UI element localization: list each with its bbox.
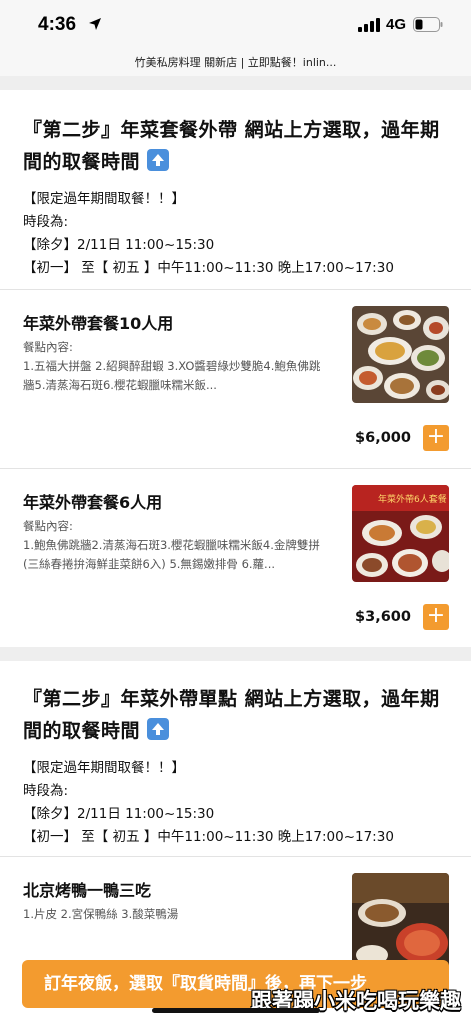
product-description: 1.片皮 2.宮保鴨絲 3.酸菜鴨湯 bbox=[23, 907, 179, 921]
product-image[interactable] bbox=[352, 873, 449, 970]
section-title: 『第二步』年菜外帶單點 網站上方選取，過年期間的取餐時間 bbox=[23, 688, 440, 742]
product-image[interactable] bbox=[352, 306, 449, 403]
pickup-time-line-1: 【除夕】2/11日 11:00~15:30 bbox=[23, 237, 215, 253]
product-desc-label: 餐點內容: bbox=[23, 519, 73, 533]
up-arrow-icon bbox=[147, 718, 170, 740]
product-desc-label: 餐點內容: bbox=[23, 340, 73, 354]
time-label: 時段為: bbox=[23, 214, 69, 230]
pickup-notice: 【限定過年期間取餐！！】 bbox=[23, 760, 185, 776]
product-description: 1.五福大拼盤 2.紹興醉甜蝦 3.XO醬碧綠炒雙脆4.鮑魚佛跳牆5.清蒸海石斑… bbox=[23, 359, 321, 392]
section-spacer bbox=[0, 647, 471, 661]
pickup-time-section-a-la-carte: 『第二步』年菜外帶單點 網站上方選取，過年期間的取餐時間 【限定過年期間取餐！！… bbox=[0, 661, 471, 855]
battery-icon bbox=[413, 17, 443, 32]
up-arrow-icon bbox=[147, 149, 170, 171]
section-title: 『第二步』年菜套餐外帶 網站上方選取，過年期間的取餐時間 bbox=[23, 119, 440, 173]
product-description: 1.鮑魚佛跳牆2.清蒸海石斑3.櫻花蝦臘味糯米飯4.金牌雙拼(三絲春捲拚海鮮韭菜… bbox=[23, 538, 320, 571]
section-spacer bbox=[0, 76, 471, 90]
product-card[interactable]: 北京烤鴨一鴨三吃 1.片皮 2.宮保鴨絲 3.酸菜鴨湯 bbox=[0, 857, 471, 970]
product-card[interactable]: 年菜外帶套餐6人用 餐點內容: 1.鮑魚佛跳牆2.清蒸海石斑3.櫻花蝦臘味糯米飯… bbox=[0, 469, 471, 647]
pickup-notice: 【限定過年期間取餐！！】 bbox=[23, 191, 185, 207]
pickup-time-line-2: 【初一】 至【 初五 】中午11:00~11:30 晚上17:00~17:30 bbox=[23, 260, 394, 276]
product-name[interactable]: 年菜外帶套餐6人用 bbox=[23, 489, 162, 513]
pickup-time-section-set-meal: 『第二步』年菜套餐外帶 網站上方選取，過年期間的取餐時間 【限定過年期間取餐！！… bbox=[0, 90, 471, 286]
add-to-cart-button[interactable]: + bbox=[423, 604, 449, 630]
time-label: 時段為: bbox=[23, 783, 69, 799]
page-title-bar[interactable]: 竹美私房料理 關新店 | 立即點餐！inlin... bbox=[0, 52, 471, 76]
product-image[interactable]: 年菜外帶6人套餐 bbox=[352, 485, 449, 582]
pickup-time-line-2: 【初一】 至【 初五 】中午11:00~11:30 晚上17:00~17:30 bbox=[23, 829, 394, 845]
product-price: $3,600 bbox=[355, 609, 411, 625]
cellular-signal-icon bbox=[358, 18, 380, 32]
status-bar: 4:36 4G bbox=[0, 0, 471, 52]
image-banner-text: 年菜外帶6人套餐 bbox=[378, 493, 447, 505]
product-price: $6,000 bbox=[355, 430, 411, 446]
pickup-time-line-1: 【除夕】2/11日 11:00~15:30 bbox=[23, 806, 215, 822]
status-time: 4:36 bbox=[38, 14, 77, 35]
product-name[interactable]: 年菜外帶套餐10人用 bbox=[23, 310, 173, 334]
product-name[interactable]: 北京烤鴨一鴨三吃 bbox=[23, 877, 151, 901]
location-arrow-icon bbox=[89, 18, 101, 30]
product-card[interactable]: 年菜外帶套餐10人用 餐點內容: 1.五福大拼盤 2.紹興醉甜蝦 3.XO醬碧綠… bbox=[0, 290, 471, 468]
home-indicator bbox=[152, 1008, 320, 1013]
add-to-cart-button[interactable]: + bbox=[423, 425, 449, 451]
network-type: 4G bbox=[386, 16, 407, 33]
